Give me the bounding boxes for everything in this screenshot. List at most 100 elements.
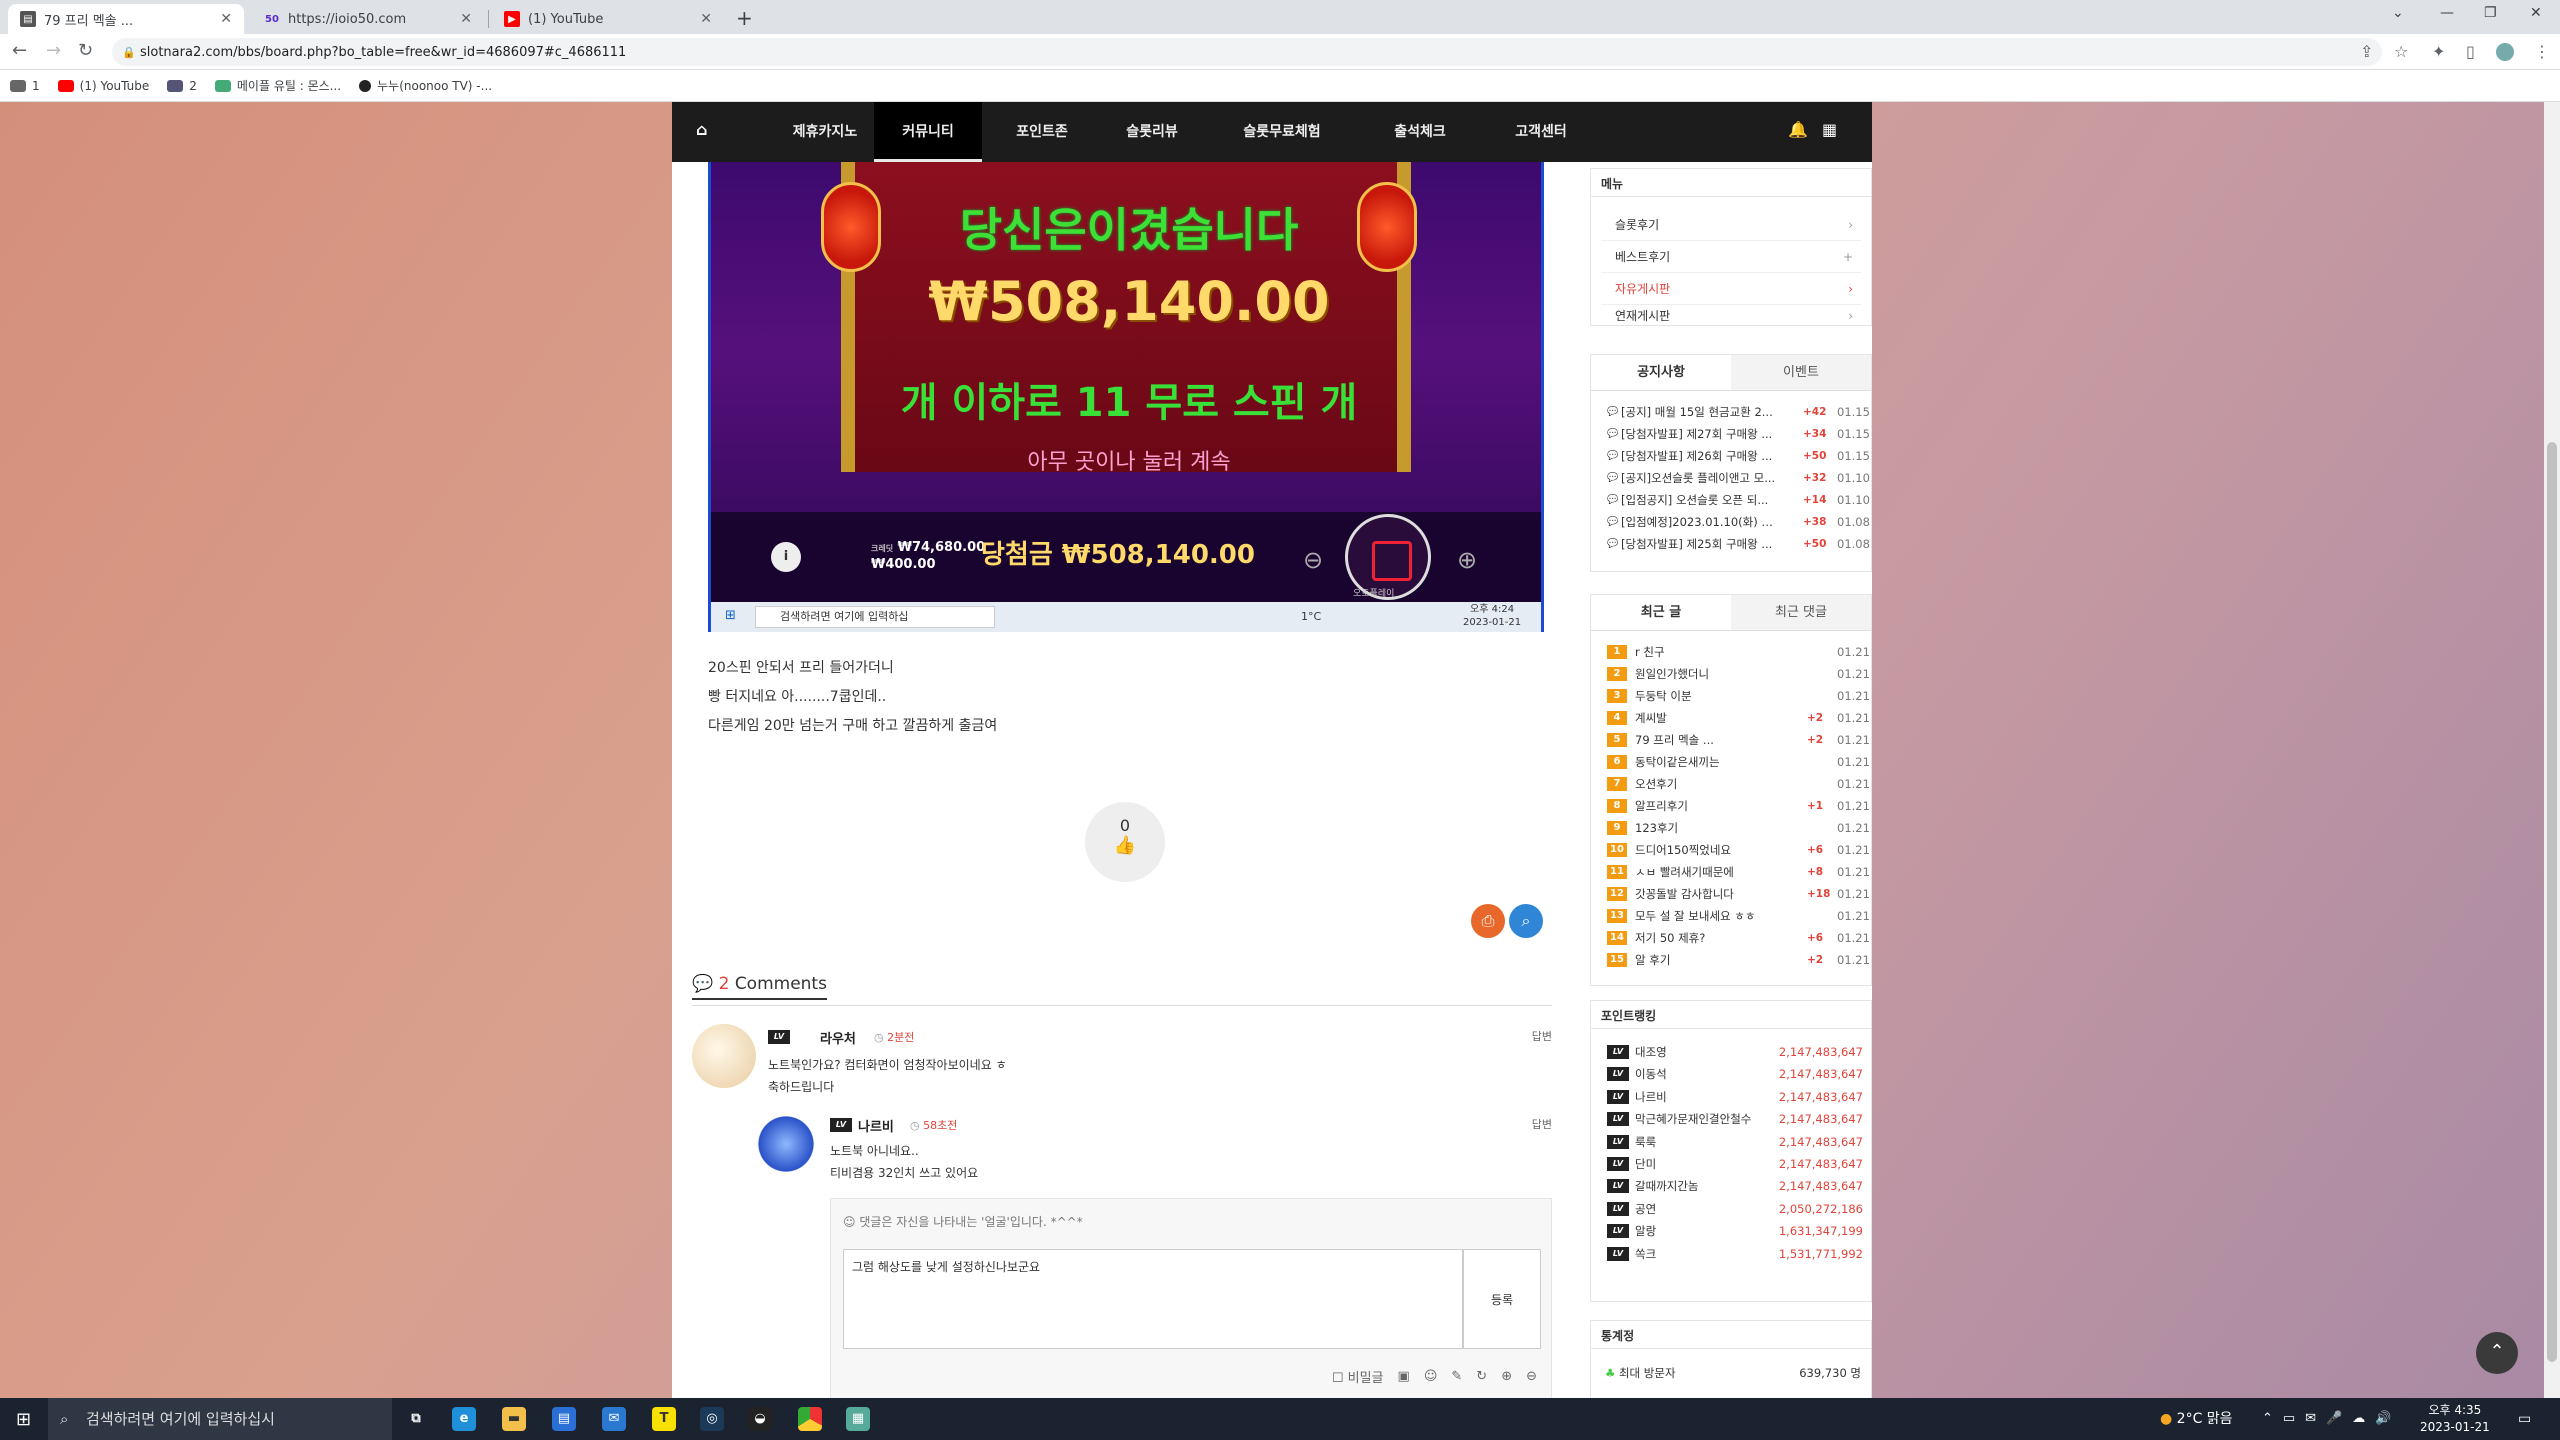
- notification-icon[interactable]: ▭: [2518, 1398, 2531, 1440]
- recent-post-row[interactable]: 11 ㅅㅂ 빨려새기때문에 +8 01.21: [1607, 861, 1870, 883]
- recent-post-row[interactable]: 2 원일인가했더니 01.21: [1607, 663, 1870, 685]
- bookmark-1[interactable]: 1: [10, 79, 40, 93]
- reload-icon[interactable]: ↻: [78, 40, 93, 61]
- new-tab-plus-icon[interactable]: +: [736, 6, 753, 30]
- share-icon[interactable]: ⇪: [2360, 42, 2373, 61]
- ranking-row[interactable]: LV 룩룩 2,147,483,647: [1607, 1131, 1863, 1153]
- recent-post-row[interactable]: 9 123후기 01.21: [1607, 817, 1870, 839]
- back-arrow-icon[interactable]: ←: [12, 40, 27, 61]
- like-button[interactable]: 0 👍: [1085, 802, 1165, 882]
- home-icon[interactable]: ⌂: [696, 120, 707, 139]
- calculator-icon[interactable]: ▦: [846, 1407, 870, 1431]
- file-explorer-icon[interactable]: ▬: [502, 1407, 526, 1431]
- windows-start-icon[interactable]: ⊞: [16, 1409, 31, 1430]
- notice-row[interactable]: 💬 [당첨자발표] 제27회 구매왕 ... +34 01.15: [1607, 423, 1870, 445]
- recent-post-row[interactable]: 7 오션후기 01.21: [1607, 773, 1870, 795]
- reply-link[interactable]: 답변: [1532, 1028, 1552, 1044]
- ranking-row[interactable]: LV 단미 2,147,483,647: [1607, 1153, 1863, 1175]
- bookmark-noonoo[interactable]: 누누(noonoo TV) -...: [359, 77, 492, 94]
- task-view-icon[interactable]: ⧉: [404, 1407, 428, 1431]
- recent-post-row[interactable]: 13 모두 설 잘 보내세요 ㅎㅎ 01.21: [1607, 905, 1870, 927]
- recent-post-row[interactable]: 4 계씨발 +2 01.21: [1607, 707, 1870, 729]
- notice-row[interactable]: 💬 [공지]오션슬롯 플레이앤고 모... +32 01.10: [1607, 467, 1870, 489]
- url-bar[interactable]: 🔒 slotnara2.com/bbs/board.php?bo_table=f…: [112, 38, 2382, 66]
- nav-community[interactable]: 커뮤니티: [874, 102, 982, 162]
- menu-serial-board[interactable]: 연재게시판 ›: [1601, 305, 1861, 327]
- minimize-icon[interactable]: —: [2440, 5, 2454, 21]
- scrollbar-thumb[interactable]: [2547, 442, 2557, 1362]
- menu-best-review[interactable]: 베스트후기 +: [1601, 241, 1861, 273]
- menu-free-board[interactable]: 자유게시판 ›: [1601, 273, 1861, 305]
- side-panel-icon[interactable]: ▯: [2466, 42, 2475, 61]
- ranking-row[interactable]: LV 대조영 2,147,483,647: [1607, 1041, 1863, 1063]
- close-icon[interactable]: ✕: [700, 11, 712, 27]
- menu-slot-review[interactable]: 슬롯후기 ›: [1601, 209, 1861, 241]
- restore-icon[interactable]: ❐: [2484, 5, 2497, 21]
- print-button[interactable]: ⎙: [1471, 904, 1505, 938]
- ranking-row[interactable]: LV 알랑 1,631,347,199: [1607, 1220, 1863, 1242]
- bookmark-star-icon[interactable]: ☆: [2394, 42, 2408, 61]
- nav-attendance[interactable]: 출석체크: [1362, 102, 1478, 162]
- recent-post-row[interactable]: 12 갓꽁돌발 감사합니다 +18 01.21: [1607, 883, 1870, 905]
- pencil-icon[interactable]: ✎: [1451, 1369, 1462, 1384]
- recent-post-row[interactable]: 6 동탁이같은새끼는 01.21: [1607, 751, 1870, 773]
- taskbar-search[interactable]: ⌕ 검색하려면 여기에 입력하십시: [48, 1398, 392, 1440]
- bell-icon[interactable]: 🔔: [1788, 120, 1808, 139]
- kakaotalk-icon[interactable]: T: [652, 1407, 676, 1431]
- tab-active[interactable]: ▤ 79 프리 멕솔 ... ✕: [8, 4, 244, 34]
- comment-submit-button[interactable]: 등록: [1463, 1249, 1541, 1349]
- ranking-row[interactable]: LV 나르비 2,147,483,647: [1607, 1086, 1863, 1108]
- comment-textarea[interactable]: 그럼 해상도를 낮게 설정하신나보군요: [843, 1249, 1463, 1349]
- nav-point-zone[interactable]: 포인트존: [990, 102, 1094, 162]
- grid-menu-icon[interactable]: ▦: [1822, 120, 1837, 139]
- ranking-row[interactable]: LV 이동석 2,147,483,647: [1607, 1063, 1863, 1085]
- edge-icon[interactable]: e: [452, 1407, 476, 1431]
- close-icon[interactable]: ✕: [220, 11, 232, 27]
- recent-post-row[interactable]: 5 79 프리 멕솔 ... +2 01.21: [1607, 729, 1870, 751]
- notice-row[interactable]: 💬 [입점공지] 오션슬롯 오픈 되... +14 01.10: [1607, 489, 1870, 511]
- nav-slot-review[interactable]: 슬롯리뷰: [1100, 102, 1204, 162]
- mail-icon[interactable]: ✉: [602, 1407, 626, 1431]
- chrome-icon[interactable]: [798, 1407, 822, 1431]
- forward-arrow-icon[interactable]: →: [46, 40, 61, 61]
- notice-row[interactable]: 💬 [공지] 매월 15일 현금교환 2... +42 01.15: [1607, 401, 1870, 423]
- emoji-icon[interactable]: ☺: [1424, 1369, 1438, 1384]
- steam-icon[interactable]: ◎: [700, 1407, 724, 1431]
- commenter-name[interactable]: 라우처: [820, 1028, 856, 1047]
- image-icon[interactable]: ▣: [1398, 1369, 1410, 1384]
- collapse-minus-icon[interactable]: ⊖: [1526, 1369, 1537, 1384]
- bookmark-youtube[interactable]: (1) YouTube: [57, 79, 149, 93]
- extensions-puzzle-icon[interactable]: ✦: [2432, 42, 2445, 61]
- ranking-row[interactable]: LV 막근혜가문재인결안철수 2,147,483,647: [1607, 1108, 1863, 1130]
- tab-youtube[interactable]: ▶ (1) YouTube ✕: [492, 4, 724, 34]
- recent-post-row[interactable]: 1 r 친구 01.21: [1607, 641, 1870, 663]
- close-icon[interactable]: ✕: [460, 11, 472, 27]
- taskbar-clock[interactable]: 오후 4:35 2023-01-21: [2420, 1402, 2490, 1436]
- tab-notice[interactable]: 공지사항: [1591, 355, 1731, 390]
- recent-post-row[interactable]: 3 두둥탁 이분 01.21: [1607, 685, 1870, 707]
- game-launcher-icon[interactable]: ◒: [748, 1407, 772, 1431]
- bookmark-2[interactable]: 2: [167, 79, 197, 93]
- tab-search-chevron-icon[interactable]: ⌄: [2392, 5, 2404, 21]
- system-tray-icons[interactable]: ⌃▭✉🎤☁🔊: [2262, 1398, 2401, 1440]
- recent-post-row[interactable]: 10 드디어150찍었네요 +6 01.21: [1607, 839, 1870, 861]
- ranking-row[interactable]: LV 공연 2,050,272,186: [1607, 1198, 1863, 1220]
- weather-tray[interactable]: ● 2°C 맑음: [2160, 1398, 2233, 1440]
- tab-recent-posts[interactable]: 최근 글: [1591, 595, 1731, 630]
- nav-customer-center[interactable]: 고객센터: [1484, 102, 1598, 162]
- expand-plus-icon[interactable]: ⊕: [1501, 1369, 1512, 1384]
- refresh-icon[interactable]: ↻: [1476, 1369, 1487, 1384]
- notice-row[interactable]: 💬 [당첨자발표] 제25회 구매왕 ... +50 01.08: [1607, 533, 1870, 555]
- nav-partner-casino[interactable]: 제휴카지노: [768, 102, 882, 162]
- recent-post-row[interactable]: 14 저기 50 제휴? +6 01.21: [1607, 927, 1870, 949]
- secret-checkbox[interactable]: ☐ 비밀글: [1332, 1367, 1384, 1386]
- more-menu-icon[interactable]: ⋮: [2534, 42, 2550, 61]
- tab-ioio50[interactable]: 50 https://ioio50.com ✕: [252, 4, 484, 34]
- window-close-icon[interactable]: ✕: [2530, 5, 2542, 21]
- ranking-row[interactable]: LV 쏙크 1,531,771,992: [1607, 1243, 1863, 1265]
- commenter-name[interactable]: 나르비: [858, 1116, 894, 1135]
- tab-recent-comments[interactable]: 최근 댓글: [1731, 595, 1871, 630]
- bookmark-maple[interactable]: 메이플 유틸 : 몬스...: [214, 77, 341, 94]
- recent-post-row[interactable]: 8 알프리후기 +1 01.21: [1607, 795, 1870, 817]
- recent-post-row[interactable]: 15 알 후기 +2 01.21: [1607, 949, 1870, 971]
